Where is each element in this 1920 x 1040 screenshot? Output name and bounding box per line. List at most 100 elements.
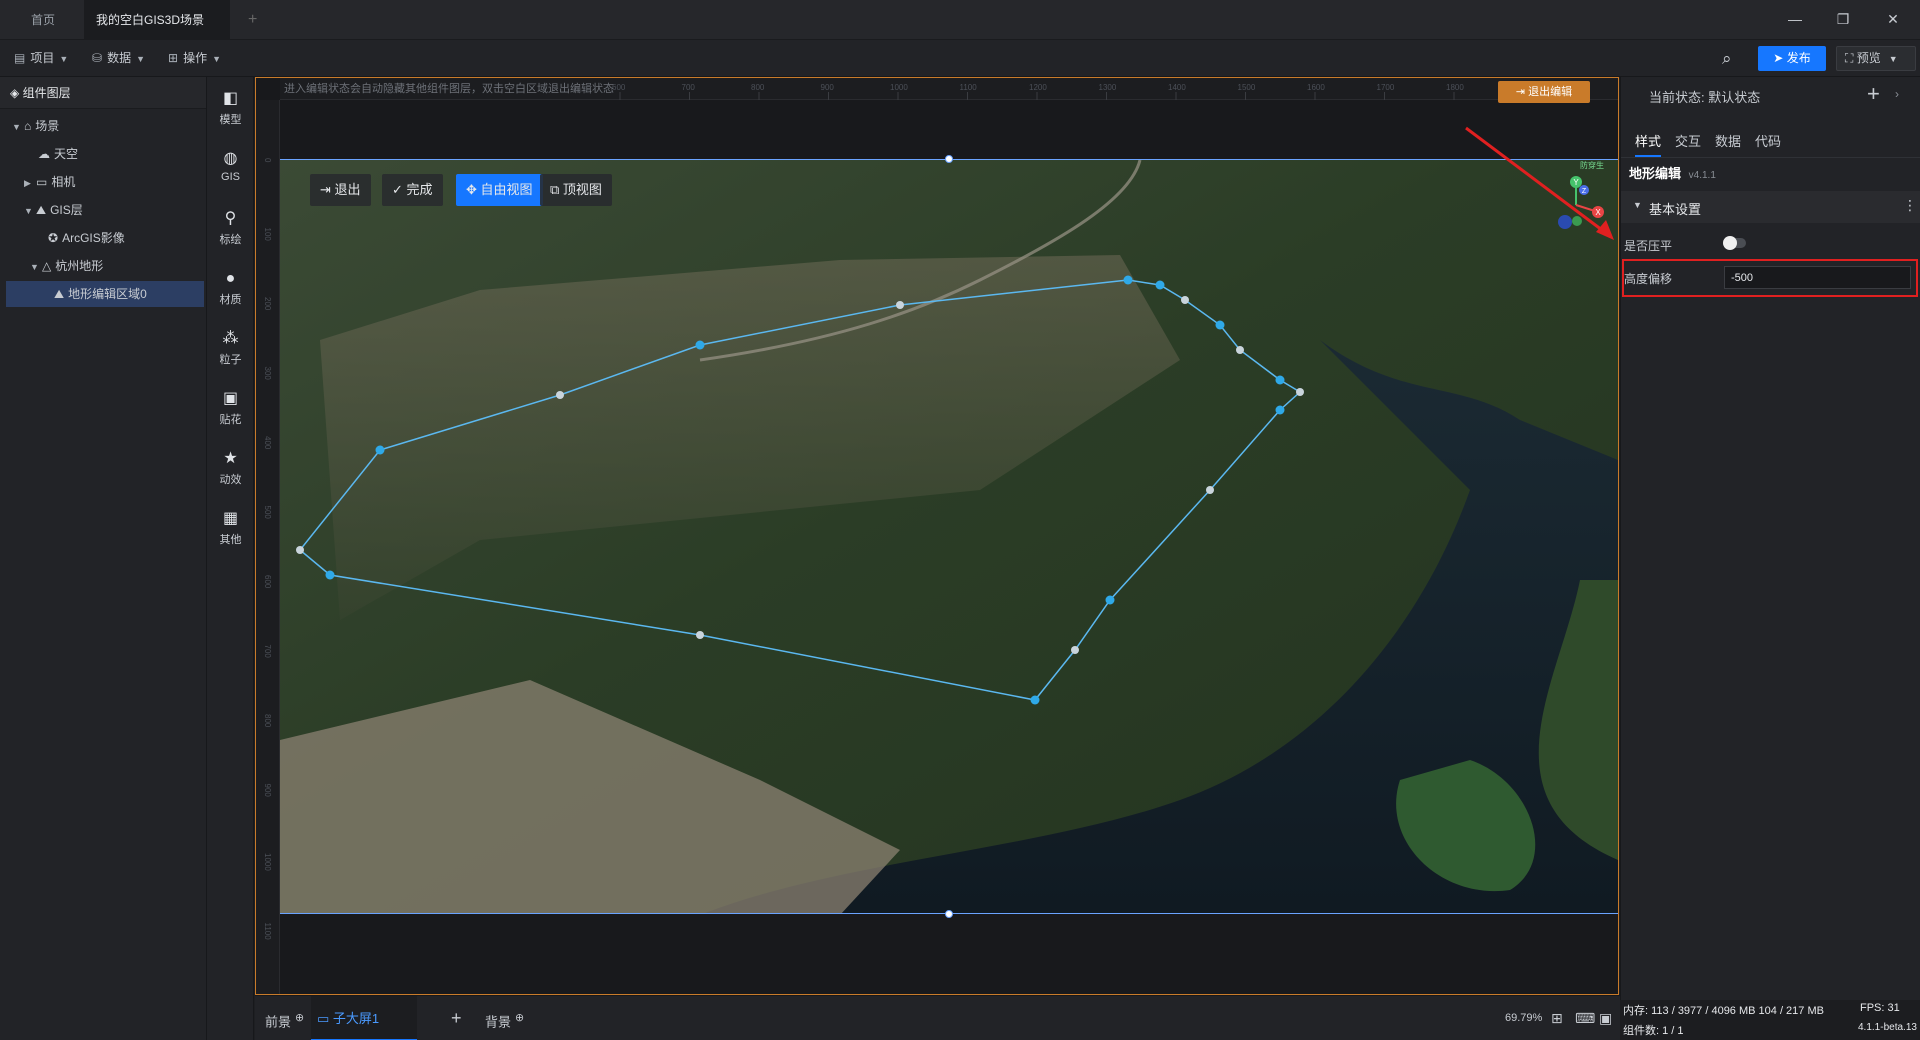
fit-screen-icon[interactable]: ⊞: [1551, 996, 1563, 1040]
add-screen-button[interactable]: +: [451, 996, 462, 1040]
ruler-tick-label: 1500: [1238, 83, 1256, 92]
ruler-tick-label: 1000: [263, 853, 272, 871]
menu-operate[interactable]: ⊞ 操作 ▼: [168, 40, 221, 77]
region-vertex-handle[interactable]: [896, 301, 904, 309]
region-vertex-handle[interactable]: [1236, 346, 1244, 354]
tab-home[interactable]: 首页: [14, 0, 72, 40]
terrain-view[interactable]: Y Z X: [280, 160, 1618, 914]
minimize-icon[interactable]: —: [1782, 8, 1808, 30]
tool-decal[interactable]: ▣ 贴花: [207, 389, 254, 427]
resize-handle-bottom[interactable]: [945, 910, 953, 918]
search-icon[interactable]: ⌕: [1722, 40, 1732, 77]
tool-mark[interactable]: ⚲ 标绘: [207, 209, 254, 247]
editor-canvas[interactable]: 600 700 800 900 1000 1100 1200 1300 1400 1500 1600…: [255, 77, 1619, 995]
height-offset-input[interactable]: [1724, 266, 1911, 289]
tool-gis[interactable]: ◍ GIS: [207, 149, 254, 183]
scene-icon: ⌂: [24, 119, 32, 133]
exit-button[interactable]: ⇥ 退出: [310, 174, 371, 206]
layer-tab-back[interactable]: 背景 ⊕: [485, 996, 524, 1040]
add-state-icon[interactable]: +: [1867, 81, 1880, 107]
ruler-tick-label: 1000: [890, 83, 908, 92]
tab-divider: [1621, 157, 1920, 158]
region-vertex-handle[interactable]: [1215, 320, 1225, 330]
tool-other[interactable]: ▦ 其他: [207, 509, 254, 547]
tab-style[interactable]: 样式: [1635, 127, 1662, 157]
tree-node-camera[interactable]: ▶ ▭ 相机: [24, 169, 75, 195]
tree-node-sky[interactable]: ☁ 天空: [38, 141, 78, 167]
keyboard-icon[interactable]: ⌨: [1575, 996, 1595, 1040]
close-icon[interactable]: ✕: [1880, 8, 1906, 30]
current-state[interactable]: 当前状态: 默认状态: [1649, 87, 1760, 106]
tab-code[interactable]: 代码: [1755, 127, 1781, 157]
gis-scene-viewport[interactable]: Y Z X 防穿生: [280, 159, 1618, 914]
ruler-tick-label: 300: [263, 367, 272, 381]
region-vertex-handle[interactable]: [1030, 695, 1040, 705]
top-view-button[interactable]: ⧉ 顶视图: [540, 174, 612, 206]
tool-material[interactable]: ● 材质: [207, 269, 254, 307]
region-vertex-handle[interactable]: [1275, 375, 1285, 385]
tool-particle[interactable]: ⁂ 粒子: [207, 329, 254, 367]
region-vertex-handle[interactable]: [695, 340, 705, 350]
tab-home-label: 首页: [30, 13, 55, 27]
layer-tab-sub-screen[interactable]: ▭ 子大屏1: [311, 996, 417, 1040]
tab-interact[interactable]: 交互: [1675, 127, 1701, 157]
tree-node-edit-area[interactable]: ⛰ 地形编辑区域0: [6, 281, 204, 307]
region-vertex-handle[interactable]: [325, 570, 335, 580]
more-vertical-icon[interactable]: ⋮: [1903, 197, 1917, 214]
tree-node-label: 场景: [35, 119, 60, 133]
add-tab-button[interactable]: +: [236, 0, 264, 40]
menu-data[interactable]: ⛁ 数据 ▼: [92, 40, 145, 77]
tab-scene[interactable]: 我的空白GIS3D场景: [84, 0, 230, 65]
exit-edit-button[interactable]: ⇥ 退出编辑: [1498, 81, 1590, 103]
menu-data-label: 数据: [107, 51, 132, 65]
tool-label: 标绘: [219, 234, 242, 246]
component-count: 组件数: 1 / 1: [1623, 1025, 1684, 1037]
region-vertex-handle[interactable]: [1275, 405, 1285, 415]
region-vertex-handle[interactable]: [1155, 280, 1165, 290]
region-vertex-handle[interactable]: [696, 631, 704, 639]
tab-data[interactable]: 数据: [1715, 127, 1741, 157]
section-title: 基本设置: [1649, 202, 1702, 217]
terrain-icon: △: [42, 259, 52, 273]
zoom-level[interactable]: 69.79%: [1505, 996, 1542, 1040]
tree-node-scene[interactable]: ▼ ⌂ 场景: [12, 113, 59, 139]
region-vertex-handle[interactable]: [1123, 275, 1133, 285]
tree-node-label: GIS层: [50, 203, 83, 217]
region-vertex-handle[interactable]: [375, 445, 385, 455]
chevron-right-icon[interactable]: ›: [1895, 87, 1899, 101]
section-basic-settings[interactable]: ▼ 基本设置 ⋮: [1621, 191, 1920, 223]
resize-handle-top[interactable]: [945, 155, 953, 163]
tree-node-gis[interactable]: ▼ ⛰ GIS层: [24, 197, 83, 223]
tree-node-label: ArcGIS影像: [62, 231, 125, 245]
done-button[interactable]: ✓ 完成: [382, 174, 443, 206]
add-circle-icon[interactable]: ⊕: [295, 1012, 304, 1024]
region-vertex-handle[interactable]: [1296, 388, 1304, 396]
preview-button[interactable]: ⛶ 预览 ▼: [1836, 46, 1916, 71]
status-bar: 内存: 113 / 3977 / 4096 MB 104 / 217 MB FP…: [1620, 1000, 1920, 1040]
add-circle-icon[interactable]: ⊕: [515, 1012, 524, 1024]
publish-button[interactable]: ➤ 发布: [1758, 46, 1826, 71]
region-vertex-handle[interactable]: [1071, 646, 1079, 654]
menu-project[interactable]: ▤ 项目 ▼: [14, 40, 68, 77]
region-vertex-handle[interactable]: [1181, 296, 1189, 304]
restore-icon[interactable]: ❐: [1830, 8, 1856, 30]
layer-panel: ◈ 组件图层 ▼ ⌂ 场景 ☁ 天空 ▶ ▭ 相机 ▼ ⛰ GIS层 ✪ ArcGIS影像 ▼ △…: [0, 77, 207, 1040]
tree-node-arcgis[interactable]: ✪ ArcGIS影像: [48, 225, 125, 251]
flatten-toggle[interactable]: [1723, 236, 1746, 250]
tool-model[interactable]: ◧ 模型: [207, 89, 254, 127]
free-view-label: 自由视图: [480, 182, 533, 197]
tool-label: GIS: [221, 171, 240, 183]
menu-project-label: 项目: [30, 51, 55, 65]
caret-right-icon: ▶: [24, 178, 31, 188]
region-vertex-handle[interactable]: [1206, 486, 1214, 494]
tree-node-terrain[interactable]: ▼ △ 杭州地形: [30, 253, 103, 279]
ruler-tick-label: 1400: [1168, 83, 1186, 92]
region-vertex-handle[interactable]: [556, 391, 564, 399]
chevron-down-icon: ▼: [1888, 54, 1898, 64]
terminal-icon[interactable]: ▣: [1599, 996, 1612, 1040]
region-vertex-handle[interactable]: [1105, 595, 1115, 605]
region-vertex-handle[interactable]: [296, 546, 304, 554]
tool-effect[interactable]: ★ 动效: [207, 449, 254, 487]
layer-tab-front[interactable]: 前景 ⊕: [265, 996, 304, 1040]
free-view-button[interactable]: ✥ 自由视图: [456, 174, 543, 206]
